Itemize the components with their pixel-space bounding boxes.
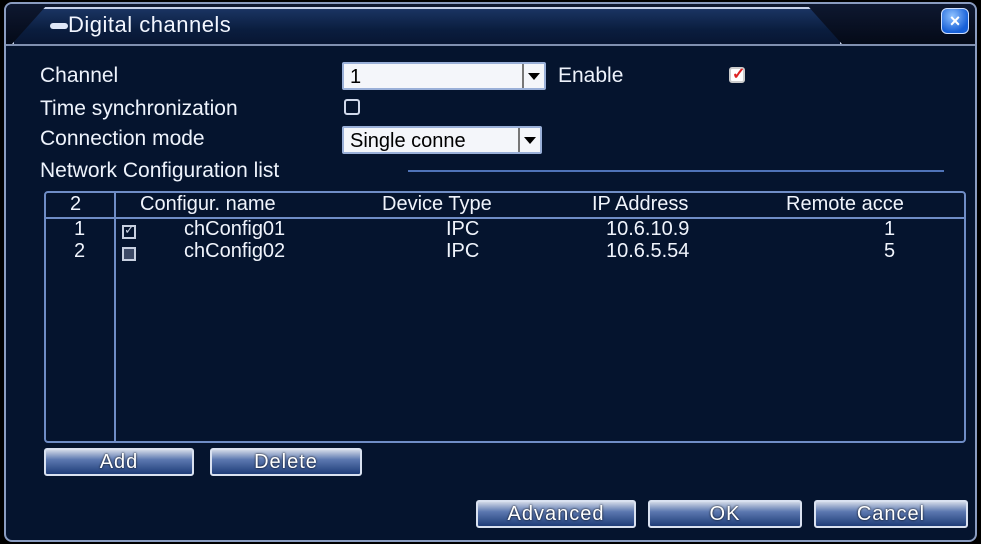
remote-channel: 5 [884, 240, 896, 262]
ip-address: 10.6.5.54 [606, 240, 690, 262]
row-index: 1 [74, 218, 86, 240]
list-header: 2 Configur. name Device Type IP Address … [46, 193, 964, 219]
add-button-label: Add [99, 450, 139, 473]
ip-address: 10.6.10.9 [606, 218, 690, 240]
delete-button[interactable]: Delete [210, 448, 362, 476]
cancel-button[interactable]: Cancel [814, 500, 968, 528]
time-sync-label: Time synchronization [40, 97, 238, 120]
title-bar: Digital channels × [6, 4, 975, 46]
cancel-button-label: Cancel [856, 502, 926, 525]
connection-mode-label: Connection mode [40, 127, 205, 150]
column-header-remote[interactable]: Remote acce [786, 193, 904, 216]
close-icon: × [949, 10, 961, 31]
delete-button-label: Delete [254, 450, 318, 473]
time-sync-checkbox[interactable] [344, 99, 360, 115]
row-checkbox[interactable] [122, 222, 136, 239]
column-header-ip[interactable]: IP Address [592, 193, 688, 216]
chevron-down-icon [522, 64, 544, 88]
device-type: IPC [446, 218, 480, 240]
config-name: chConfig02 [184, 240, 286, 262]
connection-mode-select[interactable]: Single conne [342, 126, 542, 154]
channel-select[interactable]: 1 [342, 62, 546, 90]
ok-button-label: OK [709, 502, 741, 525]
digital-channels-dialog: Digital channels × Channel 1 Enable Time… [4, 2, 977, 542]
chevron-down-icon [518, 128, 540, 152]
row-index: 2 [74, 240, 86, 262]
ok-button[interactable]: OK [648, 500, 802, 528]
add-button[interactable]: Add [44, 448, 194, 476]
row-checkbox[interactable] [122, 247, 136, 261]
close-button[interactable]: × [941, 8, 969, 34]
connection-mode-value: Single conne [350, 130, 466, 152]
network-config-list-title: Network Configuration list [40, 159, 280, 182]
dialog-title: Digital channels [68, 12, 232, 37]
channel-value: 1 [350, 66, 362, 88]
column-header-device-type[interactable]: Device Type [382, 193, 492, 216]
device-type: IPC [446, 240, 480, 262]
channel-label: Channel [40, 64, 119, 87]
network-config-list[interactable]: 2 Configur. name Device Type IP Address … [44, 191, 966, 443]
column-header-name[interactable]: Configur. name [140, 193, 276, 216]
config-name: chConfig01 [184, 218, 286, 240]
advanced-button-label: Advanced [507, 502, 605, 525]
title-decoration-icon [50, 23, 68, 29]
enable-checkbox[interactable] [729, 64, 745, 84]
row-count: 2 [70, 193, 82, 215]
advanced-button[interactable]: Advanced [476, 500, 636, 528]
section-divider [408, 170, 944, 172]
column-divider [114, 193, 116, 441]
remote-channel: 1 [884, 218, 896, 240]
enable-label: Enable [558, 64, 624, 87]
